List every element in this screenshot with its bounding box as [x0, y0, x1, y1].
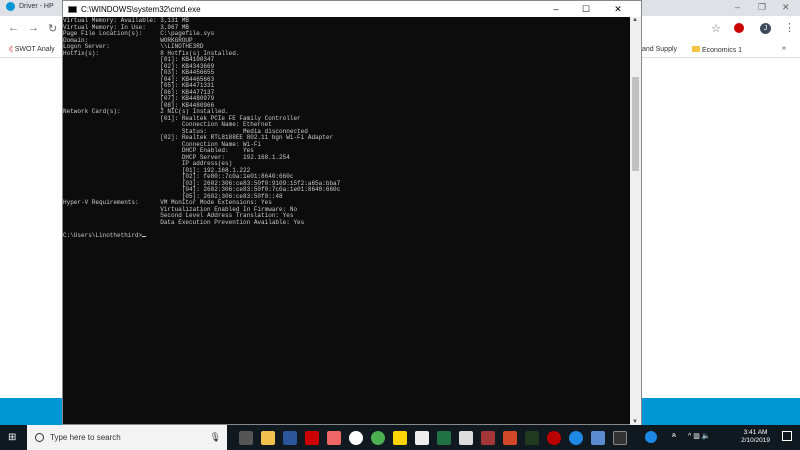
back-icon[interactable]: ←	[8, 22, 19, 34]
sticky-notes-icon[interactable]	[393, 430, 407, 445]
task-view-icon[interactable]	[239, 430, 253, 445]
console-line: C:\Users\Linothethird>	[63, 232, 631, 240]
mail-icon[interactable]	[415, 430, 429, 445]
cmd-icon	[68, 5, 77, 13]
cmd-titlebar[interactable]: C:\WINDOWS\system32\cmd.exe – ☐ ✕	[63, 1, 641, 17]
tab-title: Driver - HP	[19, 3, 54, 10]
scrollbar[interactable]: ▲ ▼	[630, 17, 641, 425]
bookmark-label: SWOT Analy	[14, 46, 55, 53]
bookmark-label: Economics 1	[701, 47, 743, 54]
browser-close-button[interactable]: ✕	[782, 2, 790, 13]
browser-minimize-button[interactable]: –	[735, 2, 740, 12]
forward-icon[interactable]: →	[28, 22, 39, 34]
menu-icon[interactable]: ⋮	[784, 21, 795, 34]
hp-icon[interactable]	[349, 430, 363, 445]
star-icon[interactable]: ☆	[711, 22, 721, 35]
acrobat-icon[interactable]	[305, 430, 319, 445]
taskbar-search[interactable]: Type here to search 🎙	[27, 425, 227, 450]
bookmark-supply[interactable]: and Supply	[642, 46, 677, 53]
paint-icon[interactable]	[327, 430, 341, 445]
close-button[interactable]: ✕	[603, 1, 633, 17]
chrome-icon[interactable]	[371, 430, 385, 445]
microphone-icon[interactable]: 🎙	[210, 432, 221, 443]
browser-restore-button[interactable]: ❐	[758, 2, 766, 13]
store-icon[interactable]	[459, 430, 473, 445]
windows-start-icon[interactable]: ⊞	[8, 432, 16, 443]
scroll-thumb[interactable]	[632, 77, 639, 171]
scroll-up-icon[interactable]: ▲	[632, 17, 638, 23]
clock-date: 2/10/2019	[741, 437, 770, 444]
cortana-icon	[35, 433, 44, 442]
powerpoint-icon[interactable]	[503, 430, 517, 445]
network-app-icon[interactable]	[591, 430, 605, 445]
terminal-app-icon[interactable]	[525, 430, 539, 445]
help-tray-icon[interactable]	[645, 431, 657, 443]
hp-icon	[6, 2, 15, 11]
word-icon[interactable]	[283, 430, 297, 445]
cmd-title: C:\WINDOWS\system32\cmd.exe	[81, 4, 201, 14]
taskbar-apps	[235, 430, 631, 445]
clock-time: 3:41 AM	[743, 429, 768, 436]
cmd-taskbar-icon[interactable]	[613, 430, 627, 445]
help-icon[interactable]	[569, 430, 583, 445]
clock[interactable]: 3:41 AM 2/10/2019	[741, 429, 770, 445]
console-output[interactable]: Virtual Memory: Available: 3,131 MB Virtu…	[63, 17, 631, 425]
file-explorer-icon[interactable]	[261, 430, 275, 445]
tray-icons[interactable]: ^ ▥ 🔈	[688, 432, 711, 440]
bookmark-economics[interactable]: Economics 1	[692, 46, 742, 54]
cmd-window: C:\WINDOWS\system32\cmd.exe – ☐ ✕ Virtua…	[62, 0, 642, 425]
minimize-button[interactable]: –	[541, 1, 571, 17]
notifications-icon[interactable]	[782, 431, 792, 441]
excel-icon[interactable]	[437, 430, 451, 445]
more-bookmarks[interactable]: »	[782, 45, 786, 52]
profile-avatar[interactable]: J	[760, 23, 771, 34]
extension-icon[interactable]	[734, 23, 744, 33]
text-cursor	[142, 235, 147, 237]
maximize-button[interactable]: ☐	[571, 1, 601, 17]
taskbar: ⊞ Type here to search 🎙 ጰ ^ ▥ 🔈 3:41 AM …	[0, 425, 800, 450]
search-placeholder: Type here to search	[50, 433, 121, 442]
bookmark-icon: ı¦	[9, 46, 13, 53]
bookmark-swot[interactable]: ı¦ SWOT Analy	[9, 46, 55, 53]
reload-icon[interactable]: ↻	[48, 22, 57, 35]
people-icon[interactable]: ጰ	[672, 432, 676, 440]
access-icon[interactable]	[481, 430, 495, 445]
security-icon[interactable]	[547, 430, 561, 445]
browser-tab[interactable]: Driver - HP	[6, 2, 54, 11]
folder-icon	[692, 46, 700, 52]
